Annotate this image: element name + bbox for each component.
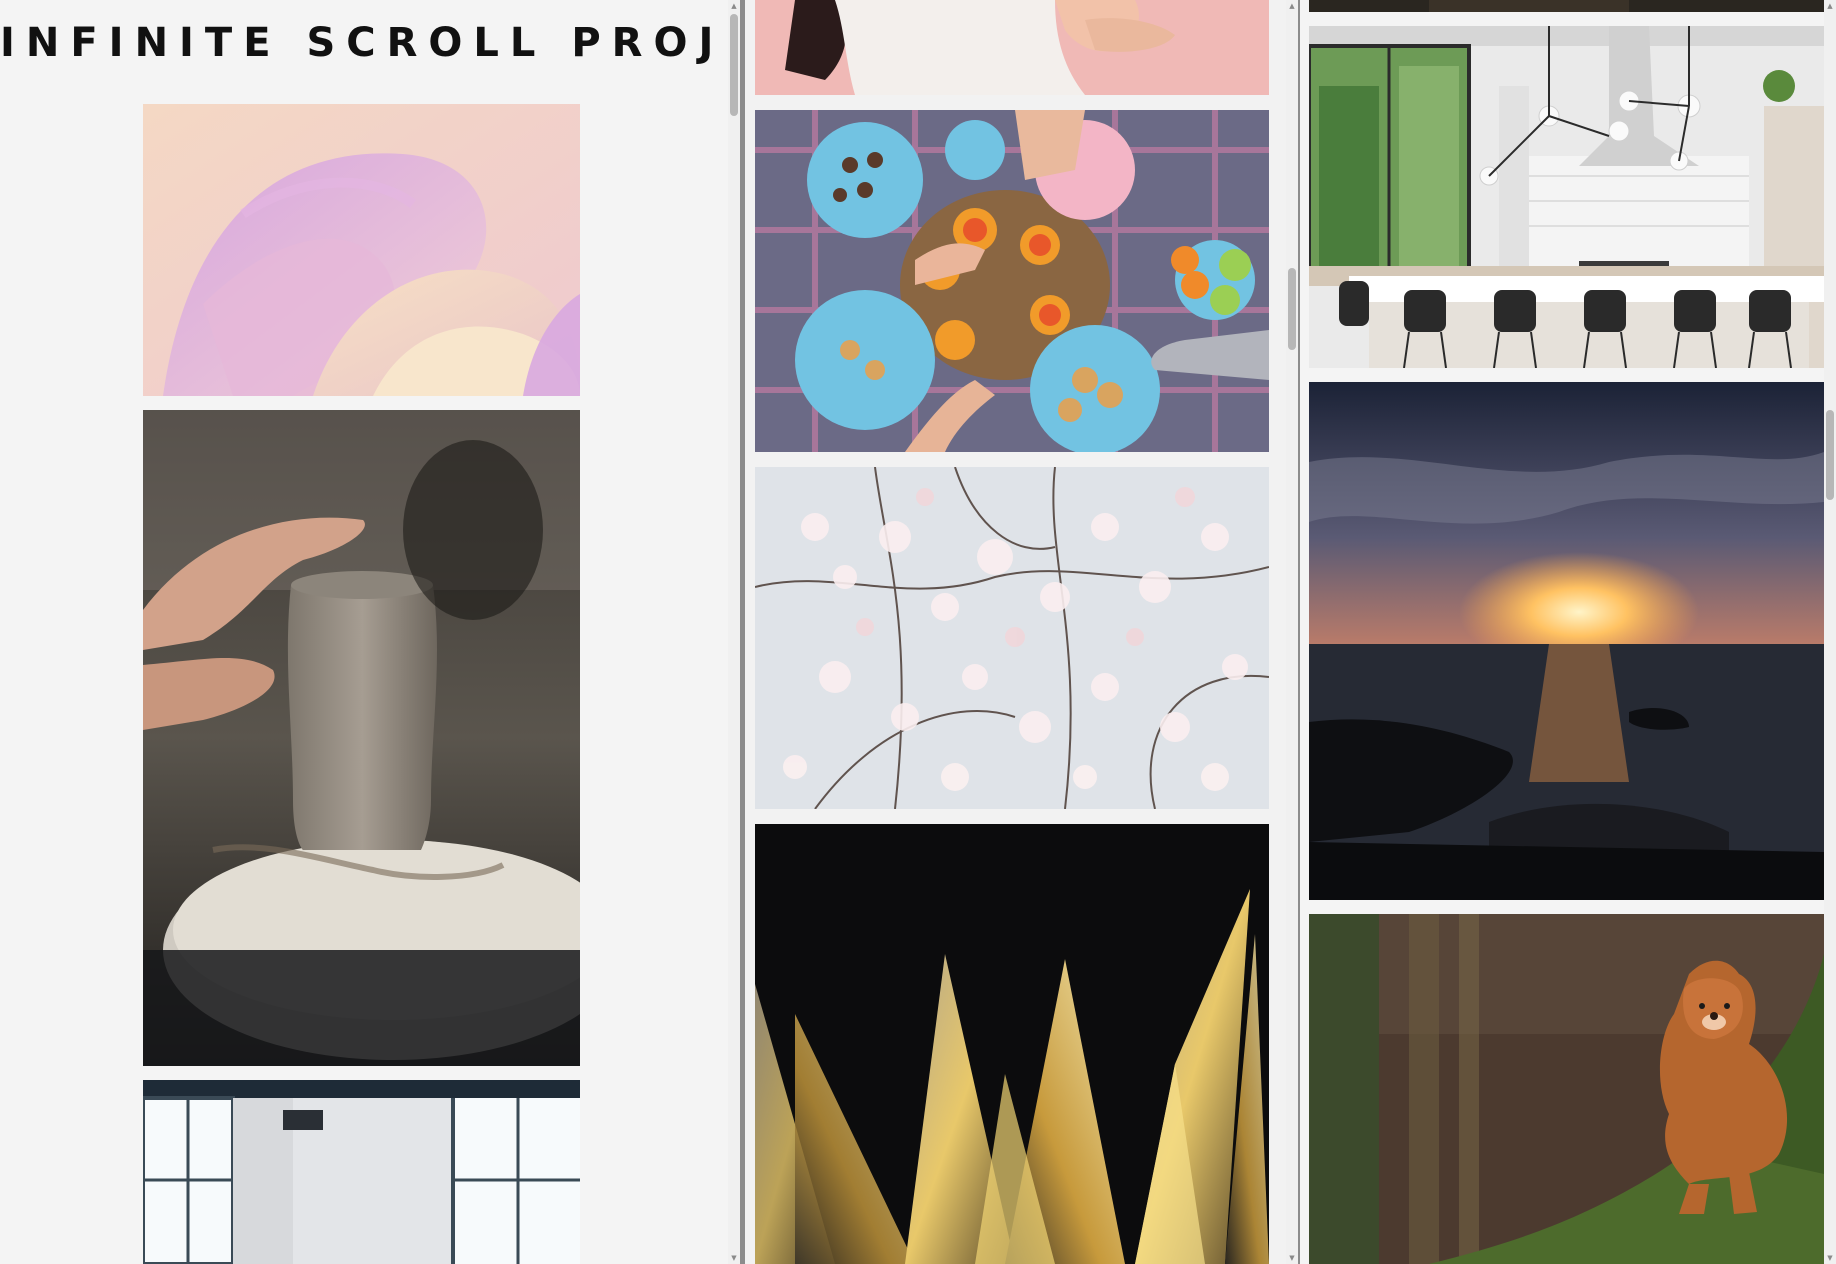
- scroll-up-arrow-icon[interactable]: ▲: [728, 0, 740, 12]
- image-pottery-vase-carving[interactable]: [143, 410, 580, 1066]
- image-dark-strip-photo[interactable]: [1309, 0, 1824, 12]
- image-ocean-sunset[interactable]: [1309, 382, 1824, 900]
- image-pastel-abstract-shapes[interactable]: [143, 104, 580, 396]
- image-pink-dress-child-feet[interactable]: [755, 0, 1269, 95]
- scroll-thumb[interactable]: [730, 14, 738, 116]
- scroll-thumb[interactable]: [1288, 268, 1296, 350]
- image-glass-crystal-spikes[interactable]: [755, 824, 1269, 1264]
- image-picnic-table-overhead[interactable]: [755, 110, 1269, 452]
- right-pane-scrollbar[interactable]: ▲ ▼: [1824, 0, 1836, 1264]
- middle-pane-scrollbar[interactable]: ▲ ▼: [1286, 0, 1298, 1264]
- scroll-down-arrow-icon[interactable]: ▼: [1286, 1252, 1298, 1264]
- scroll-up-arrow-icon[interactable]: ▲: [1286, 0, 1298, 12]
- left-pane: INFINITE SCROLL PROJECT: [0, 0, 728, 1264]
- scroll-down-arrow-icon[interactable]: ▼: [1824, 1252, 1836, 1264]
- image-cherry-blossom-branches[interactable]: [755, 467, 1269, 809]
- image-modern-kitchen-interior[interactable]: [1309, 26, 1824, 368]
- image-dog-on-mossy-tree[interactable]: [1309, 914, 1824, 1264]
- middle-pane: [745, 0, 1286, 1264]
- scroll-down-arrow-icon[interactable]: ▼: [728, 1252, 740, 1264]
- scroll-up-arrow-icon[interactable]: ▲: [1824, 0, 1836, 12]
- page-title: INFINITE SCROLL PROJECT: [0, 20, 728, 66]
- left-pane-scrollbar[interactable]: ▲ ▼: [728, 0, 740, 1264]
- image-bright-room-windows[interactable]: [143, 1080, 580, 1264]
- right-pane: [1300, 0, 1836, 1264]
- scroll-thumb[interactable]: [1826, 410, 1834, 500]
